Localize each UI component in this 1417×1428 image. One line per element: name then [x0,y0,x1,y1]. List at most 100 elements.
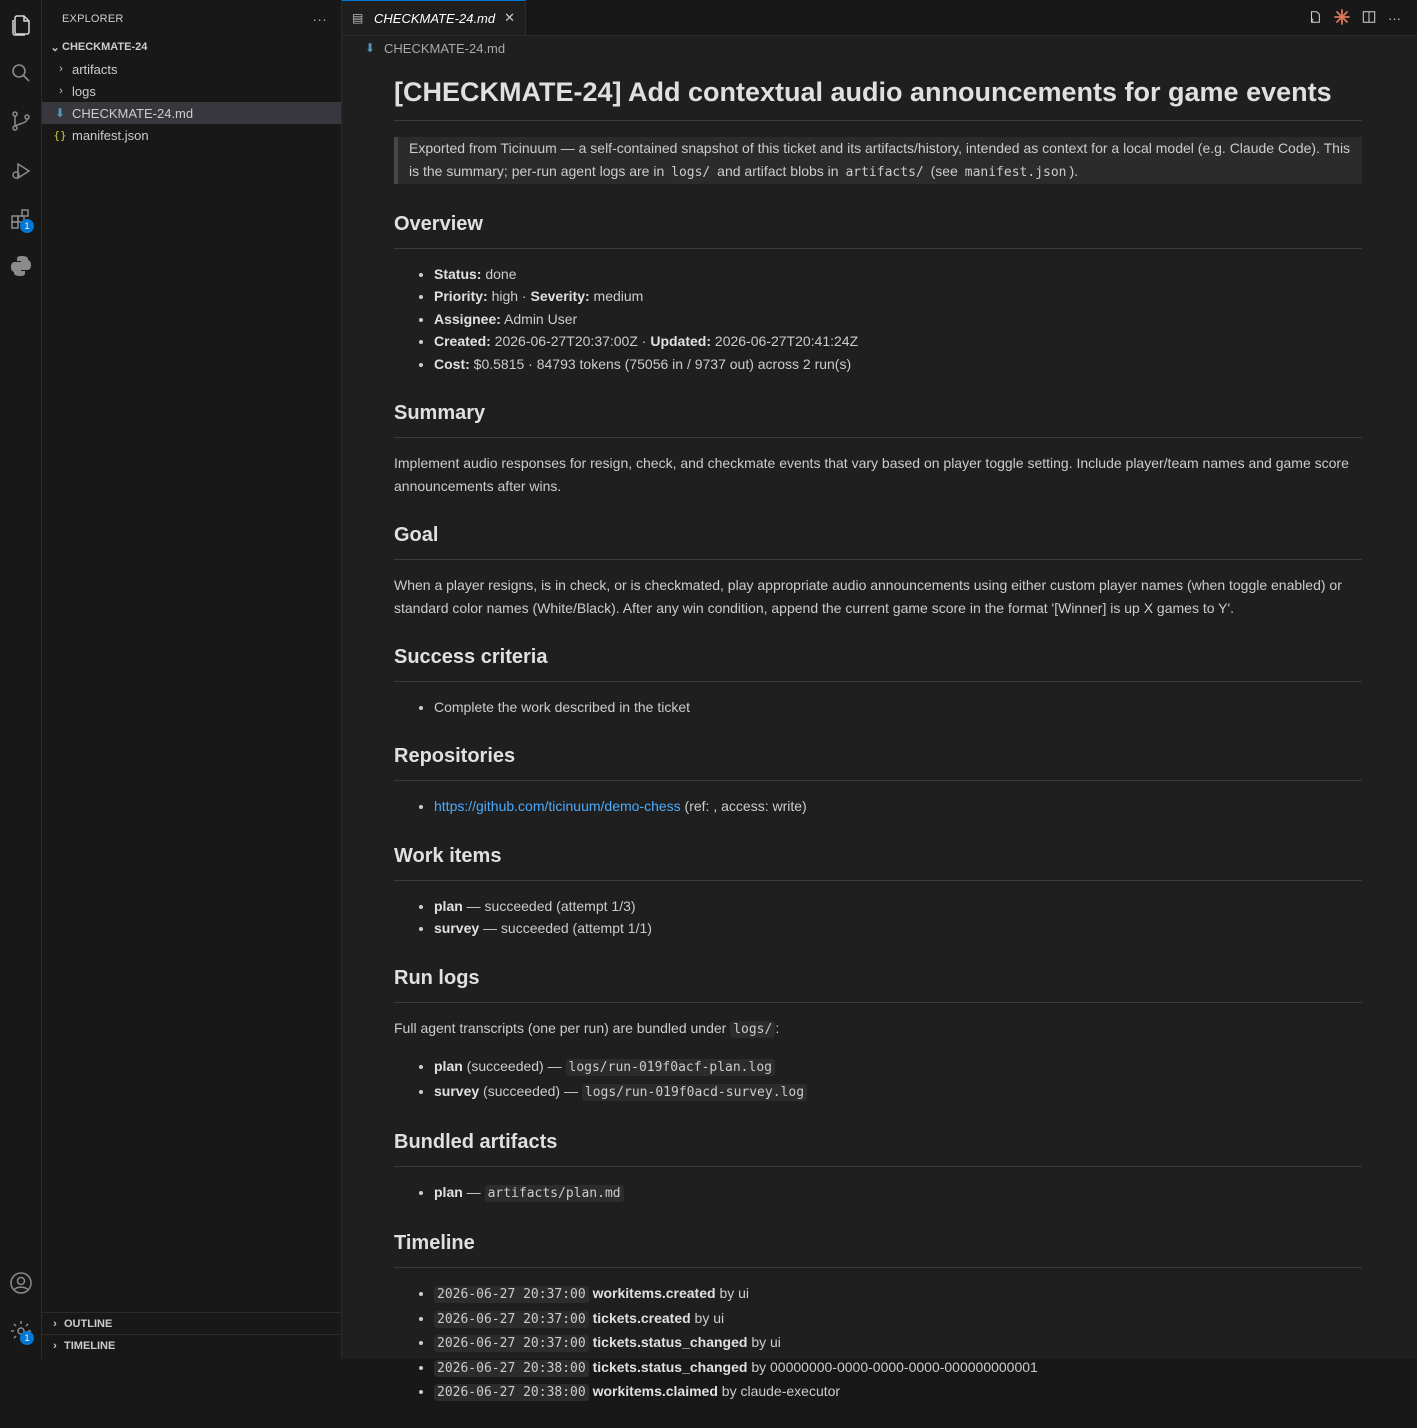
list-item: 2026-06-27 20:37:00 tickets.created by u… [434,1307,1362,1331]
source-control-icon[interactable] [5,105,37,137]
tab-bar: ▤ CHECKMATE-24.md ✕ ··· [342,0,1417,36]
preview-icon: ▤ [352,11,364,25]
editor-actions: ··· [1308,0,1401,36]
chevron-right-icon: › [59,63,63,75]
extensions-icon[interactable]: 1 [5,203,37,235]
chevron-right-icon: › [53,1339,57,1352]
created-label: Created: [434,333,491,350]
note-code-manifest: manifest.json [961,164,1070,181]
explorer-header: EXPLORER ··· [42,0,341,38]
goal-heading: Goal [394,521,1362,561]
explorer-title: EXPLORER [62,13,124,25]
account-icon[interactable] [5,1267,37,1299]
list-item: 2026-06-27 20:38:00 workitems.claimed by… [434,1380,1362,1404]
artifact-name: plan [434,1183,463,1200]
settings-badge: 1 [20,1331,34,1345]
tree-item-label: manifest.json [72,127,149,143]
timeline-timestamp: 2026-06-27 20:37:00 [434,1310,589,1328]
list-item: Status: done [434,263,1362,285]
overview-heading: Overview [394,210,1362,249]
repo-meta: (ref: , access: write) [680,798,807,815]
success-criteria-heading: Success criteria [394,643,1362,683]
list-item: plan (succeeded) — logs/run-019f0acf-pla… [434,1055,1362,1079]
run-name: survey [434,1082,480,1099]
timeline-actor: by 00000000-0000-0000-0000-000000000001 [747,1358,1038,1375]
list-item: 2026-06-27 20:37:00 tickets.status_chang… [434,1331,1362,1355]
cost-label: Cost: [434,355,470,372]
bundled-artifacts-heading: Bundled artifacts [394,1128,1362,1167]
settings-gear-icon[interactable]: 1 [5,1315,37,1347]
assignee-label: Assignee: [434,310,501,327]
summary-text: Implement audio responses for resign, ch… [394,455,1349,494]
tree-item-manifest-json[interactable]: {} manifest.json [42,124,341,146]
timeline-heading: Timeline [394,1229,1362,1269]
more-actions-icon[interactable]: ··· [312,11,327,27]
summary-heading: Summary [394,399,1362,439]
timeline-timestamp: 2026-06-27 20:37:00 [434,1286,589,1304]
run-logs-intro: Full agent transcripts (one per run) are… [394,1017,1362,1042]
editor-area: ▤ CHECKMATE-24.md ✕ ··· ⬇ CHECKMATE-24.m… [342,0,1417,1401]
intro-code: logs/ [730,1020,776,1038]
run-debug-icon[interactable] [5,155,37,187]
timeline-event: tickets.status_changed [592,1358,748,1375]
timeline-actor: by ui [747,1334,781,1351]
tree-item-label: logs [72,83,96,99]
breadcrumb-file[interactable]: CHECKMATE-24.md [384,41,505,56]
outline-section[interactable]: › OUTLINE [42,1312,342,1334]
tree-item-label: CHECKMATE-24.md [72,105,194,121]
timeline-timestamp: 2026-06-27 20:38:00 [434,1384,589,1401]
repo-link[interactable]: https://github.com/ticinuum/demo-chess [434,798,681,814]
run-log-path: logs/run-019f0acd-survey.log [581,1083,808,1101]
workspace-folder[interactable]: ⌄ CHECKMATE-24 [42,36,341,58]
python-icon[interactable] [5,250,37,282]
list-item: Priority: high · Severity: medium [434,285,1362,307]
severity-label: Severity: [530,288,590,305]
intro-text: Full agent transcripts (one per run) are… [394,1019,731,1036]
tree-item-logs[interactable]: › logs [42,80,341,102]
activity-bar: 1 1 [0,0,42,1359]
timeline-timestamp: 2026-06-27 20:37:00 [434,1335,589,1353]
workspace-folder-label: CHECKMATE-24 [62,41,148,53]
updated-label: Updated: [650,333,712,350]
split-editor-icon[interactable] [1362,10,1376,27]
list-item: Created: 2026-06-27T20:37:00Z · Updated:… [434,330,1362,352]
run-log-path: logs/run-019f0acf-plan.log [565,1059,775,1077]
list-item: 2026-06-27 20:38:00 tickets.status_chang… [434,1356,1362,1380]
more-actions-icon[interactable]: ··· [1388,11,1401,26]
chevron-right-icon: › [53,1317,57,1330]
tree-item-label: artifacts [72,61,118,77]
search-icon[interactable] [5,57,37,89]
status-label: Status: [434,266,482,282]
outline-label: OUTLINE [64,1317,113,1330]
overview-list: Status: done Priority: high · Severity: … [394,263,1362,375]
tree-item-checkmate-md[interactable]: ⬇ CHECKMATE-24.md [42,102,341,124]
list-item: Assignee: Admin User [434,308,1362,330]
document-title: [CHECKMATE-24] Add contextual audio anno… [394,76,1362,121]
list-item: plan — artifacts/plan.md [434,1181,1362,1205]
tree-item-artifacts[interactable]: › artifacts [42,58,341,80]
markdown-file-icon: ⬇ [364,41,376,55]
chevron-down-icon: ⌄ [50,41,60,54]
breadcrumb[interactable]: ⬇ CHECKMATE-24.md [342,36,1417,60]
close-icon[interactable]: ✕ [504,10,515,26]
note-text: (see [926,163,962,179]
timeline-section[interactable]: › TIMELINE [42,1334,342,1356]
run-status: (succeeded) — [462,1058,566,1075]
note-code-artifacts: artifacts/ [842,164,927,181]
work-item-name: plan [434,897,463,914]
timeline-event: workitems.claimed [592,1383,718,1399]
priority-value: high · [487,288,531,305]
list-item: survey (succeeded) — logs/run-019f0acd-s… [434,1080,1362,1104]
note-code-logs: logs/ [668,164,714,181]
explorer-icon[interactable] [5,9,37,41]
markdown-preview: [CHECKMATE-24] Add contextual audio anno… [394,60,1362,1428]
work-items-list: plan — succeeded (attempt 1/3) survey — … [394,895,1362,940]
timeline-timestamp: 2026-06-27 20:38:00 [434,1359,589,1377]
list-item: Cost: $0.5815 · 84793 tokens (75056 in /… [434,353,1362,375]
list-item: Complete the work described in the ticke… [434,696,1362,718]
explorer-sidebar: EXPLORER ··· ⌄ CHECKMATE-24 › artifacts … [42,0,342,1359]
tab-checkmate-preview[interactable]: ▤ CHECKMATE-24.md ✕ [342,0,526,35]
assignee-value: Admin User [500,310,578,327]
claude-icon[interactable] [1334,8,1350,28]
open-source-icon[interactable] [1308,10,1322,27]
